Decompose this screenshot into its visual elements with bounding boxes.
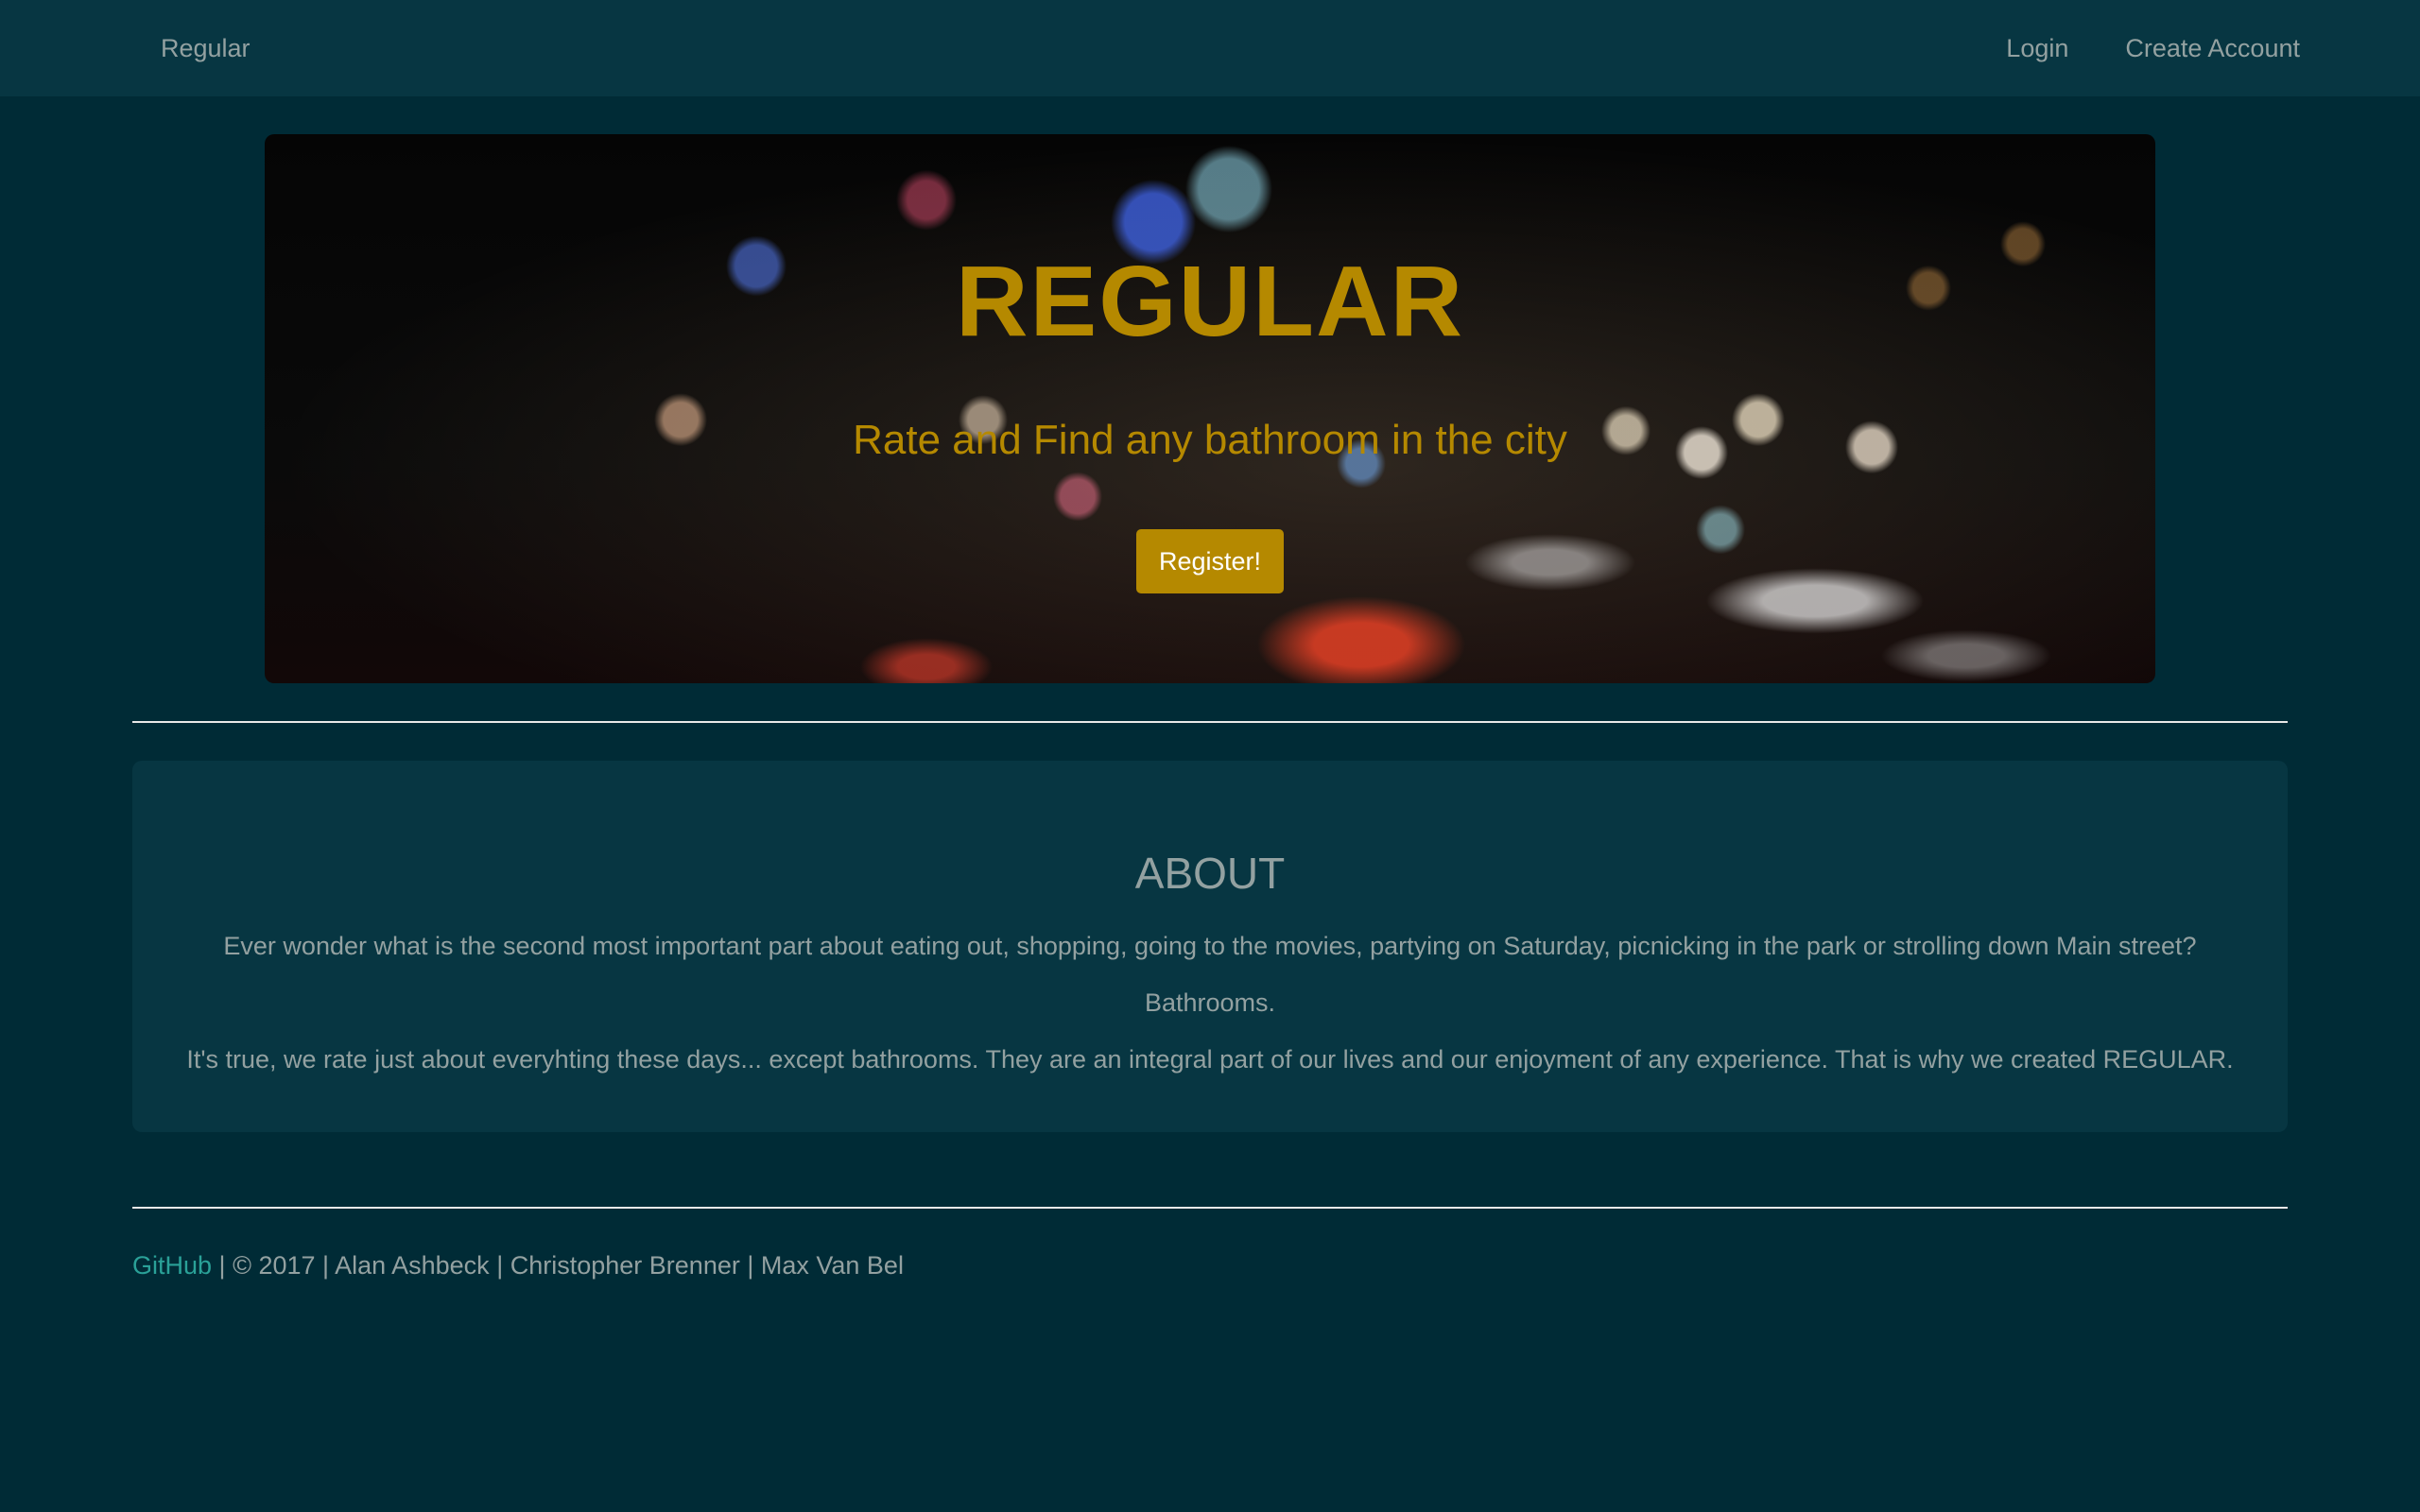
nav-links: Login Create Account [2006, 34, 2300, 63]
github-link[interactable]: GitHub [132, 1251, 212, 1280]
login-link[interactable]: Login [2006, 34, 2068, 63]
register-button[interactable]: Register! [1136, 529, 1284, 593]
page-footer: GitHub | © 2017 | Alan Ashbeck | Christo… [132, 1251, 904, 1280]
about-paragraph-1: Ever wonder what is the second most impo… [223, 932, 2197, 960]
about-panel: ABOUT Ever wonder what is the second mos… [132, 761, 2288, 1132]
hero-content: REGULAR Rate and Find any bathroom in th… [265, 134, 2155, 683]
footer-author-2: Christopher Brenner [510, 1251, 740, 1280]
brand-link[interactable]: Regular [161, 34, 251, 63]
footer-author-3: Max Van Bel [760, 1251, 904, 1280]
divider-bottom [132, 1207, 2288, 1209]
hero-subtitle: Rate and Find any bathroom in the city [853, 417, 1567, 463]
about-title: ABOUT [1134, 849, 1286, 898]
create-account-link[interactable]: Create Account [2125, 34, 2300, 63]
footer-separator: | [489, 1251, 510, 1280]
footer-separator: | [212, 1251, 233, 1280]
top-navbar: Regular Login Create Account [0, 0, 2420, 96]
hero-banner: REGULAR Rate and Find any bathroom in th… [265, 134, 2155, 683]
footer-author-1: Alan Ashbeck [335, 1251, 490, 1280]
about-paragraph-3: It's true, we rate just about everyhting… [186, 1045, 2234, 1074]
footer-separator: | [739, 1251, 761, 1280]
footer-separator: | [315, 1251, 336, 1280]
about-paragraph-2: Bathrooms. [1144, 988, 1276, 1017]
divider-top [132, 721, 2288, 723]
footer-copyright: © 2017 [233, 1251, 316, 1280]
hero-title: REGULAR [955, 246, 1465, 357]
